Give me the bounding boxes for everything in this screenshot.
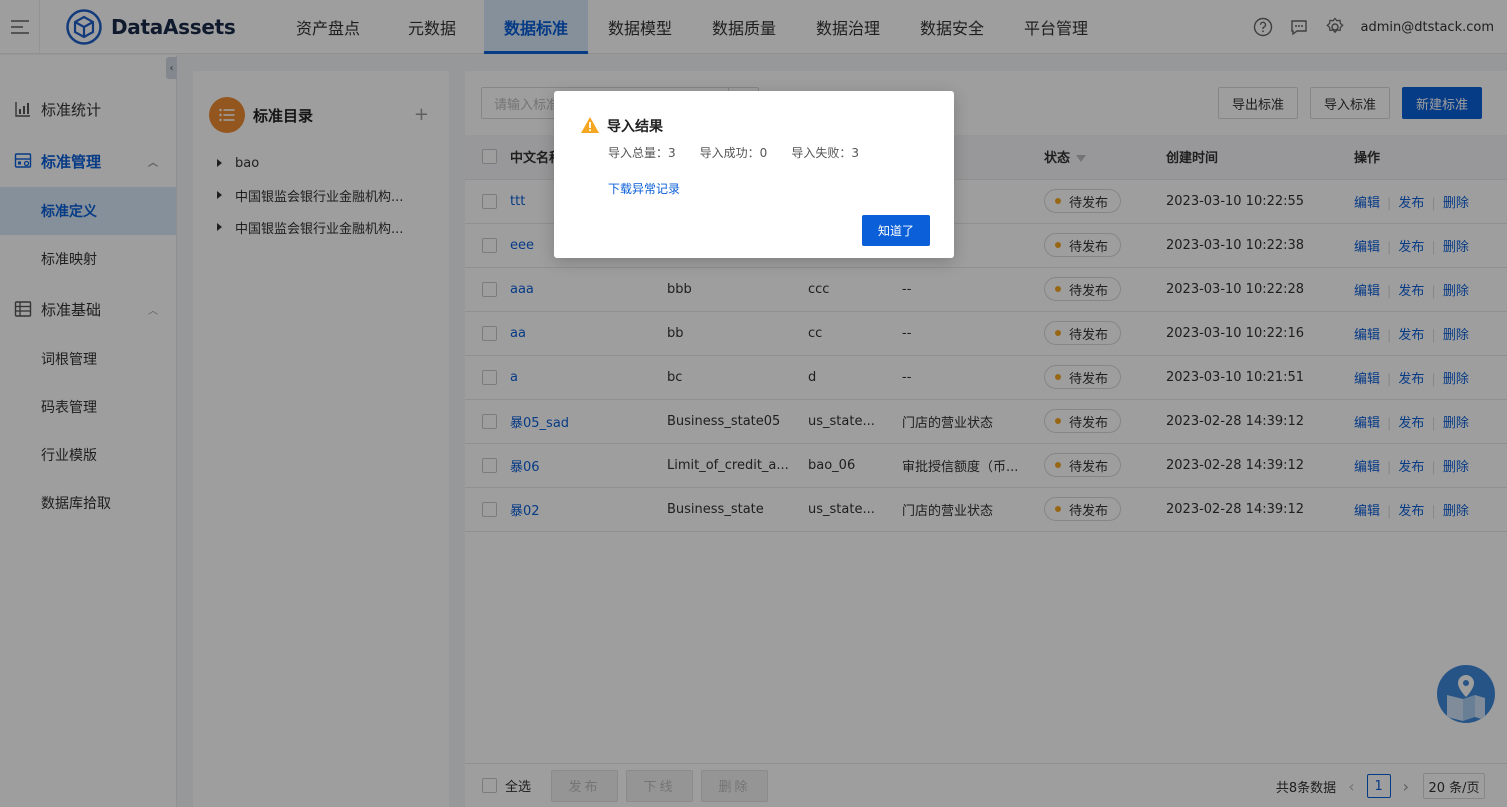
download-error-log-link[interactable]: 下载异常记录 <box>608 180 680 197</box>
dialog-title: 导入结果 <box>607 119 663 135</box>
import-fail-label: 导入失败： <box>791 146 852 160</box>
import-success: 导入成功：0 <box>700 144 768 161</box>
import-total-label: 导入总量： <box>608 146 669 160</box>
import-fail: 导入失败：3 <box>791 144 859 161</box>
import-success-value: 0 <box>759 146 768 160</box>
warning-icon <box>581 117 599 133</box>
import-success-label: 导入成功： <box>699 146 760 160</box>
acknowledge-button[interactable]: 知道了 <box>862 215 930 246</box>
import-stats: 导入总量：3 导入成功：0 导入失败：3 <box>608 144 883 161</box>
import-fail-value: 3 <box>851 146 859 160</box>
import-total: 导入总量：3 <box>608 144 676 161</box>
import-result-dialog: 导入结果 导入总量：3 导入成功：0 导入失败：3 下载异常记录 知道了 <box>554 91 954 258</box>
import-total-value: 3 <box>668 146 676 160</box>
